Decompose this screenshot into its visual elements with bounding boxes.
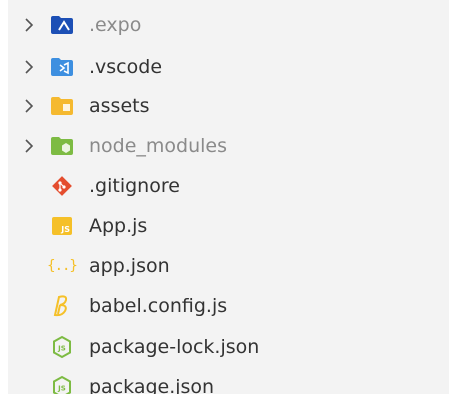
- chevron-right-icon[interactable]: [22, 99, 36, 113]
- nodejs-icon: JS: [50, 375, 74, 398]
- tree-item-label: .gitignore: [89, 175, 180, 197]
- json-glyph: {..}: [47, 258, 78, 274]
- svg-text:JS: JS: [57, 345, 66, 353]
- chevron-right-icon[interactable]: [22, 60, 36, 74]
- tree-item-label: assets: [89, 95, 150, 117]
- git-icon: [50, 174, 74, 198]
- nodejs-icon: JS: [50, 335, 74, 359]
- tree-item-package-json[interactable]: JS package.json: [0, 372, 449, 398]
- vscode-folder-icon: [50, 55, 74, 79]
- babel-icon: [50, 294, 74, 318]
- svg-text:JS: JS: [57, 385, 66, 393]
- js-icon: JS: [50, 214, 74, 238]
- expo-folder-icon: [50, 13, 74, 37]
- node-folder-icon: [50, 134, 74, 158]
- chevron-right-icon[interactable]: [22, 139, 36, 153]
- tree-item-expo[interactable]: .expo: [0, 10, 449, 40]
- tree-item-assets[interactable]: assets: [0, 91, 449, 121]
- tree-item-label: .vscode: [89, 56, 163, 78]
- file-explorer: .expo .vscode assets node_modules .gitig…: [0, 0, 449, 398]
- tree-item-gitignore[interactable]: .gitignore: [0, 171, 449, 201]
- tree-item-label: .expo: [89, 14, 142, 36]
- tree-item-app-js[interactable]: JS App.js: [0, 211, 449, 241]
- tree-item-label: package.json: [89, 376, 215, 398]
- tree-item-label: app.json: [89, 255, 170, 277]
- tree-item-label: babel.config.js: [89, 295, 228, 317]
- assets-folder-icon: [50, 94, 74, 118]
- tree-item-label: node_modules: [89, 135, 228, 157]
- tree-item-label: package-lock.json: [89, 336, 260, 358]
- js-badge-text: JS: [52, 217, 72, 235]
- tree-item-node-modules[interactable]: node_modules: [0, 131, 449, 161]
- chevron-right-icon[interactable]: [22, 18, 36, 32]
- tree-item-app-json[interactable]: {..} app.json: [0, 251, 449, 281]
- tree-item-babel-config[interactable]: babel.config.js: [0, 291, 449, 321]
- json-icon: {..}: [47, 254, 78, 278]
- tree-item-vscode[interactable]: .vscode: [0, 52, 449, 82]
- tree-item-package-lock-json[interactable]: JS package-lock.json: [0, 332, 449, 362]
- tree-item-label: App.js: [89, 215, 148, 237]
